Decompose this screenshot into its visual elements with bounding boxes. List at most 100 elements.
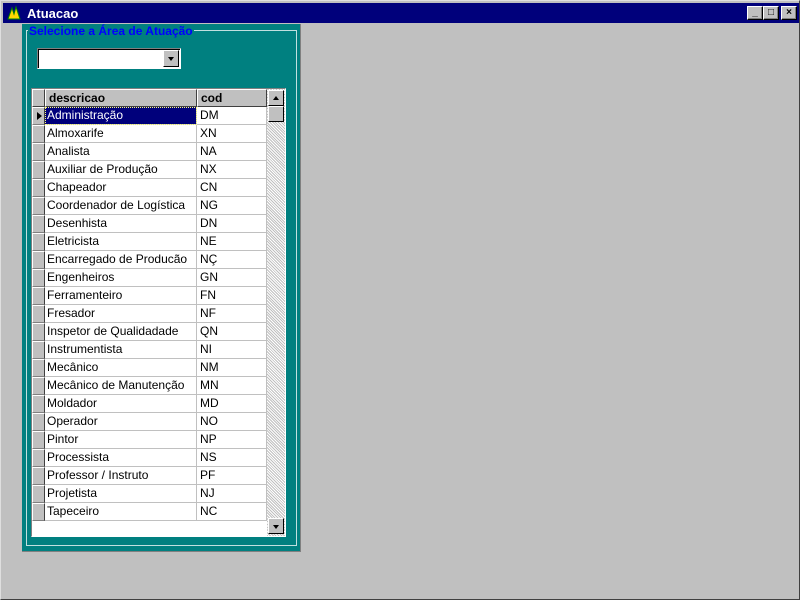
row-selector[interactable] <box>32 467 45 485</box>
table-row[interactable]: Almoxarife XN <box>32 125 267 143</box>
cell-descricao[interactable]: Instrumentista <box>45 341 197 359</box>
row-selector[interactable] <box>32 161 45 179</box>
cell-descricao[interactable]: Engenheiros <box>45 269 197 287</box>
cell-cod[interactable]: PF <box>197 467 267 485</box>
table-row[interactable]: Pintor NP <box>32 431 267 449</box>
row-selector[interactable] <box>32 341 45 359</box>
cell-cod[interactable]: NÇ <box>197 251 267 269</box>
row-selector[interactable] <box>32 251 45 269</box>
table-row[interactable]: Ferramenteiro FN <box>32 287 267 305</box>
cell-cod[interactable]: DM <box>197 107 267 125</box>
table-row[interactable]: Mecânico NM <box>32 359 267 377</box>
cell-cod[interactable]: DN <box>197 215 267 233</box>
cell-cod[interactable]: XN <box>197 125 267 143</box>
table-row[interactable]: Inspetor de Qualidadade QN <box>32 323 267 341</box>
table-row[interactable]: Fresador NF <box>32 305 267 323</box>
cell-cod[interactable]: NC <box>197 503 267 521</box>
row-selector[interactable] <box>32 359 45 377</box>
combo-dropdown-button[interactable] <box>163 50 179 67</box>
title-bar[interactable]: Atuacao _ □ × <box>3 3 799 23</box>
scroll-thumb[interactable] <box>268 106 284 122</box>
cell-descricao[interactable]: Inspetor de Qualidadade <box>45 323 197 341</box>
cell-cod[interactable]: GN <box>197 269 267 287</box>
table-row[interactable]: Instrumentista NI <box>32 341 267 359</box>
table-row[interactable]: Mecânico de Manutenção MN <box>32 377 267 395</box>
cell-descricao[interactable]: Desenhista <box>45 215 197 233</box>
table-row[interactable]: Projetista NJ <box>32 485 267 503</box>
cell-cod[interactable]: NX <box>197 161 267 179</box>
cell-cod[interactable]: CN <box>197 179 267 197</box>
table-row[interactable]: Analista NA <box>32 143 267 161</box>
table-row[interactable]: Engenheiros GN <box>32 269 267 287</box>
close-button[interactable]: × <box>781 6 797 20</box>
row-selector[interactable] <box>32 143 45 161</box>
table-row[interactable]: Processista NS <box>32 449 267 467</box>
cell-cod[interactable]: NJ <box>197 485 267 503</box>
cell-cod[interactable]: NG <box>197 197 267 215</box>
cell-cod[interactable]: NF <box>197 305 267 323</box>
table-row[interactable]: Coordenador de Logística NG <box>32 197 267 215</box>
cell-descricao[interactable]: Ferramenteiro <box>45 287 197 305</box>
cell-descricao[interactable]: Eletricista <box>45 233 197 251</box>
row-selector[interactable] <box>32 395 45 413</box>
cell-descricao[interactable]: Pintor <box>45 431 197 449</box>
cell-descricao[interactable]: Professor / Instruto <box>45 467 197 485</box>
cell-descricao[interactable]: Encarregado de Producão <box>45 251 197 269</box>
cell-descricao[interactable]: Moldador <box>45 395 197 413</box>
table-row[interactable]: Operador NO <box>32 413 267 431</box>
cell-cod[interactable]: NE <box>197 233 267 251</box>
cell-descricao[interactable]: Tapeceiro <box>45 503 197 521</box>
table-row[interactable]: Chapeador CN <box>32 179 267 197</box>
row-selector[interactable] <box>32 287 45 305</box>
cell-descricao[interactable]: Operador <box>45 413 197 431</box>
table-row[interactable]: Professor / Instruto PF <box>32 467 267 485</box>
cell-descricao[interactable]: Almoxarife <box>45 125 197 143</box>
row-selector[interactable] <box>32 107 45 125</box>
area-combo-box[interactable] <box>37 48 181 69</box>
scroll-down-button[interactable] <box>268 518 284 534</box>
cell-cod[interactable]: NI <box>197 341 267 359</box>
row-selector[interactable] <box>32 377 45 395</box>
minimize-button[interactable]: _ <box>747 6 763 20</box>
row-selector[interactable] <box>32 503 45 521</box>
row-selector[interactable] <box>32 197 45 215</box>
vertical-scrollbar[interactable] <box>267 89 285 536</box>
table-row[interactable]: Encarregado de Producão NÇ <box>32 251 267 269</box>
table-row[interactable]: Administração DM <box>32 107 267 125</box>
row-selector[interactable] <box>32 233 45 251</box>
cell-descricao[interactable]: Auxiliar de Produção <box>45 161 197 179</box>
cell-cod[interactable]: FN <box>197 287 267 305</box>
cell-descricao[interactable]: Processista <box>45 449 197 467</box>
table-row[interactable]: Moldador MD <box>32 395 267 413</box>
cell-descricao[interactable]: Administração <box>45 107 197 125</box>
cell-descricao[interactable]: Mecânico de Manutenção <box>45 377 197 395</box>
column-header-cod[interactable]: cod <box>197 89 267 107</box>
cell-cod[interactable]: MN <box>197 377 267 395</box>
table-row[interactable]: Eletricista NE <box>32 233 267 251</box>
column-header-descricao[interactable]: descricao <box>45 89 197 107</box>
cell-descricao[interactable]: Chapeador <box>45 179 197 197</box>
table-row[interactable]: Auxiliar de Produção NX <box>32 161 267 179</box>
cell-cod[interactable]: MD <box>197 395 267 413</box>
cell-cod[interactable]: NP <box>197 431 267 449</box>
row-selector[interactable] <box>32 179 45 197</box>
maximize-button[interactable]: □ <box>763 6 779 20</box>
row-selector[interactable] <box>32 269 45 287</box>
row-selector[interactable] <box>32 449 45 467</box>
row-selector[interactable] <box>32 215 45 233</box>
row-selector[interactable] <box>32 323 45 341</box>
cell-descricao[interactable]: Fresador <box>45 305 197 323</box>
cell-descricao[interactable]: Mecânico <box>45 359 197 377</box>
row-selector[interactable] <box>32 125 45 143</box>
table-row[interactable]: Tapeceiro NC <box>32 503 267 521</box>
cell-cod[interactable]: NO <box>197 413 267 431</box>
table-row[interactable]: Desenhista DN <box>32 215 267 233</box>
row-selector[interactable] <box>32 305 45 323</box>
cell-cod[interactable]: QN <box>197 323 267 341</box>
row-selector[interactable] <box>32 431 45 449</box>
scroll-up-button[interactable] <box>268 90 284 106</box>
row-selector[interactable] <box>32 413 45 431</box>
data-grid[interactable]: descricao cod Administração DM Almoxarife X… <box>31 88 286 537</box>
cell-descricao[interactable]: Coordenador de Logística <box>45 197 197 215</box>
cell-cod[interactable]: NM <box>197 359 267 377</box>
